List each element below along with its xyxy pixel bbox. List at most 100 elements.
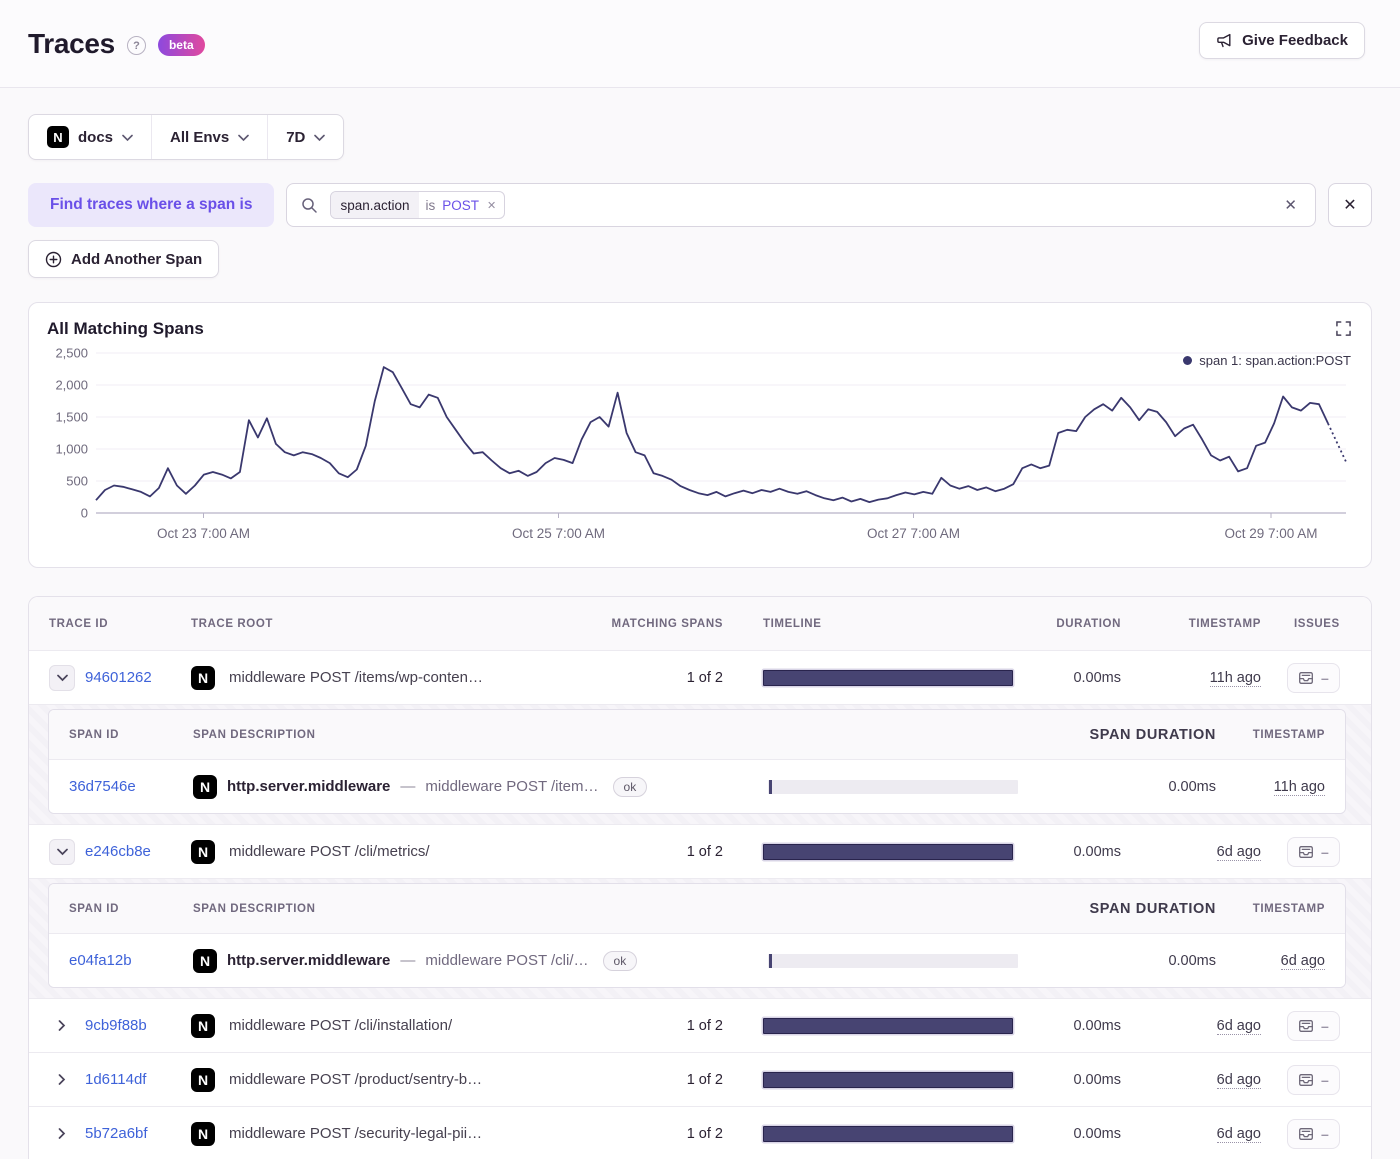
collapse-chevron-down-icon[interactable] xyxy=(49,838,75,865)
span-table-header: SPAN ID SPAN DESCRIPTION SPAN DURATION T… xyxy=(49,884,1345,934)
svg-text:Oct 23 7:00 AM: Oct 23 7:00 AM xyxy=(157,526,250,541)
svg-text:1,500: 1,500 xyxy=(55,410,88,425)
fullscreen-icon[interactable] xyxy=(1334,319,1353,338)
timestamp[interactable]: 6d ago xyxy=(1280,952,1325,970)
all-matching-spans-chart: All Matching Spans span 1: span.action:P… xyxy=(28,302,1372,568)
issues-button[interactable]: – xyxy=(1287,1010,1340,1041)
matching-spans-count: 1 of 2 xyxy=(686,669,723,686)
col-span-description: SPAN DESCRIPTION xyxy=(193,728,316,741)
environment-filter[interactable]: All Envs xyxy=(151,115,267,159)
collapse-chevron-down-icon[interactable] xyxy=(49,664,75,691)
span-search-input[interactable]: span.action is POST ✕ ✕ xyxy=(286,183,1316,227)
date-range-filter[interactable]: 7D xyxy=(267,115,343,159)
duration-value: 0.00ms xyxy=(1073,1125,1121,1142)
timestamp[interactable]: 6d ago xyxy=(1216,1125,1261,1143)
col-timestamp: TIMESTAMP xyxy=(1188,617,1261,630)
span-op: http.server.middleware xyxy=(227,952,391,969)
inbox-icon xyxy=(1298,1018,1314,1034)
token-remove-icon[interactable]: ✕ xyxy=(485,199,504,212)
span-description-text: middleware POST /cli/… xyxy=(425,952,589,969)
timestamp[interactable]: 11h ago xyxy=(1209,669,1261,687)
project-filter[interactable]: N docs xyxy=(29,115,151,159)
trace-root-text: middleware POST /cli/installation/ xyxy=(229,1017,453,1034)
svg-text:Oct 25 7:00 AM: Oct 25 7:00 AM xyxy=(512,526,605,541)
nextjs-icon: N xyxy=(191,1121,215,1146)
expanded-trace-zone: SPAN ID SPAN DESCRIPTION SPAN DURATION T… xyxy=(29,705,1371,825)
issues-button[interactable]: – xyxy=(1287,1064,1340,1095)
chevron-down-icon xyxy=(238,134,250,142)
svg-text:0: 0 xyxy=(81,506,88,521)
inbox-icon xyxy=(1298,1126,1314,1142)
span-id-link[interactable]: 36d7546e xyxy=(69,778,193,795)
add-another-span-button[interactable]: Add Another Span xyxy=(28,240,220,278)
col-matching-spans: MATCHING SPANS xyxy=(611,617,723,630)
table-row: 94601262 N middleware POST /items/wp-con… xyxy=(29,651,1371,705)
trace-root-text: middleware POST /cli/metrics/ xyxy=(229,843,430,860)
span-row: e04fa12b N http.server.middleware — midd… xyxy=(49,934,1345,987)
separator: — xyxy=(400,778,416,795)
col-span-duration: SPAN DURATION xyxy=(1089,900,1216,917)
issues-button[interactable]: – xyxy=(1287,1118,1340,1149)
span-row: 36d7546e N http.server.middleware — midd… xyxy=(49,760,1345,813)
line-chart: 0 500 1,000 1,500 2,000 2,500 Oct 23 7:00 AM Oc… xyxy=(55,347,1347,541)
legend-label: span 1: span.action:POST xyxy=(1199,353,1351,368)
issues-button[interactable]: – xyxy=(1287,662,1340,693)
col-span-timestamp: TIMESTAMP xyxy=(1252,902,1325,915)
expanded-trace-zone: SPAN ID SPAN DESCRIPTION SPAN DURATION T… xyxy=(29,879,1371,999)
issues-count: – xyxy=(1321,669,1329,686)
span-sub-table: SPAN ID SPAN DESCRIPTION SPAN DURATION T… xyxy=(48,709,1346,814)
token-operator: is xyxy=(425,197,436,213)
expand-chevron-right-icon[interactable] xyxy=(49,1013,75,1039)
search-clear-icon[interactable]: ✕ xyxy=(1280,192,1301,218)
timeline-bar xyxy=(763,1017,1013,1034)
table-row: 1d6114df N middleware POST /product/sent… xyxy=(29,1053,1371,1107)
trace-root-text: middleware POST /items/wp-conten… xyxy=(229,669,483,686)
timestamp[interactable]: 6d ago xyxy=(1216,843,1261,861)
page-header: Traces ? beta Give Feedback xyxy=(0,0,1400,88)
svg-text:1,000: 1,000 xyxy=(55,442,88,457)
trace-id-link[interactable]: 1d6114df xyxy=(85,1071,146,1088)
timestamp[interactable]: 6d ago xyxy=(1216,1071,1261,1089)
chart-title: All Matching Spans xyxy=(47,319,204,338)
page-filter-bar: N docs All Envs 7D xyxy=(28,114,345,160)
trace-id-link[interactable]: 94601262 xyxy=(85,669,152,686)
span-timeline-bar xyxy=(768,779,1018,794)
nextjs-icon: N xyxy=(193,948,217,973)
span-table-header: SPAN ID SPAN DESCRIPTION SPAN DURATION T… xyxy=(49,710,1345,760)
page-title: Traces xyxy=(28,27,115,59)
span-duration-value: 0.00ms xyxy=(1168,952,1216,969)
expand-chevron-right-icon[interactable] xyxy=(49,1121,75,1147)
help-icon[interactable]: ? xyxy=(126,36,146,55)
nextjs-icon: N xyxy=(191,1067,215,1092)
legend-dot-icon xyxy=(1183,356,1193,365)
give-feedback-button[interactable]: Give Feedback xyxy=(1199,22,1365,59)
chevron-down-icon xyxy=(122,134,133,142)
svg-text:Oct 29 7:00 AM: Oct 29 7:00 AM xyxy=(1224,526,1317,541)
chart-legend[interactable]: span 1: span.action:POST xyxy=(1183,353,1351,368)
timestamp[interactable]: 6d ago xyxy=(1216,1017,1261,1035)
search-icon xyxy=(301,197,318,214)
col-trace-root: TRACE ROOT xyxy=(191,617,274,630)
trace-id-link[interactable]: e246cb8e xyxy=(85,843,151,860)
col-span-duration: SPAN DURATION xyxy=(1089,726,1216,743)
beta-badge: beta xyxy=(157,33,205,56)
plus-circle-icon xyxy=(45,251,62,268)
span-id-link[interactable]: e04fa12b xyxy=(69,952,193,969)
timestamp[interactable]: 11h ago xyxy=(1273,778,1325,796)
span-timeline-bar xyxy=(768,953,1018,968)
matching-spans-count: 1 of 2 xyxy=(686,843,723,860)
find-traces-label: Find traces where a span is xyxy=(28,183,275,227)
issues-count: – xyxy=(1321,1071,1329,1088)
expand-chevron-right-icon[interactable] xyxy=(49,1067,75,1093)
chevron-down-icon xyxy=(314,134,326,142)
filter-token[interactable]: span.action is POST ✕ xyxy=(330,191,506,219)
token-key: span.action xyxy=(331,192,419,218)
issues-button[interactable]: – xyxy=(1287,836,1340,867)
remove-span-filter-button[interactable]: ✕ xyxy=(1328,183,1372,227)
trace-id-link[interactable]: 5b72a6bf xyxy=(85,1125,148,1142)
trace-id-link[interactable]: 9cb9f88b xyxy=(85,1017,147,1034)
col-duration: DURATION xyxy=(1056,617,1121,630)
duration-value: 0.00ms xyxy=(1073,669,1121,686)
col-span-id: SPAN ID xyxy=(69,902,119,915)
col-timeline: TIMELINE xyxy=(763,617,822,630)
